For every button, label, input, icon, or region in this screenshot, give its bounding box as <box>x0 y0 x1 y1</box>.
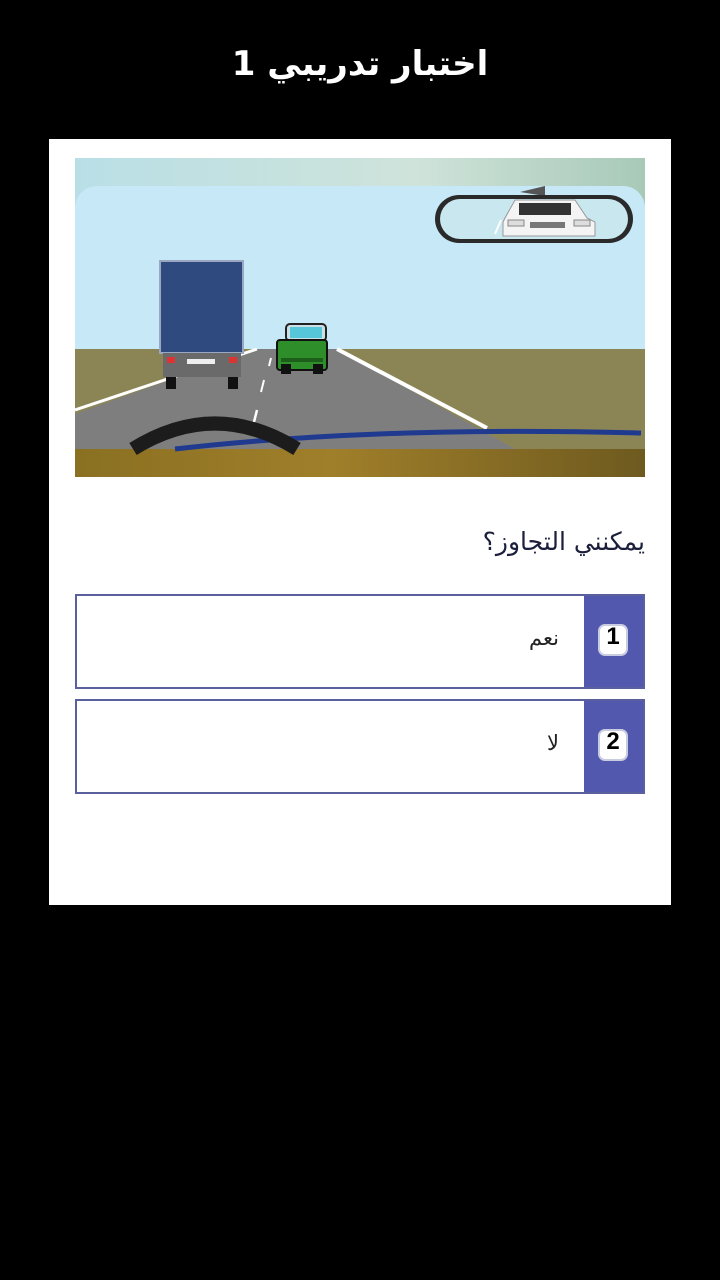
answer-number-badge: 2 <box>598 729 628 761</box>
question-text: يمكنني التجاوز؟ <box>482 527 645 556</box>
answer-text: نعم <box>529 626 559 650</box>
quiz-card: يمكنني التجاوز؟ 1 نعم 2 لا <box>49 139 671 905</box>
road-scene-illustration <box>75 158 645 477</box>
truck-icon <box>159 260 244 389</box>
answer-number-panel: 1 <box>584 596 643 687</box>
page-title: اختبار تدريبي 1 <box>231 44 489 84</box>
answer-text: لا <box>547 731 559 755</box>
answer-number-badge: 1 <box>598 624 628 656</box>
question-image <box>75 158 645 477</box>
answer-option-1[interactable]: 1 نعم <box>75 594 645 689</box>
answer-number-panel: 2 <box>584 701 643 792</box>
answer-option-2[interactable]: 2 لا <box>75 699 645 794</box>
